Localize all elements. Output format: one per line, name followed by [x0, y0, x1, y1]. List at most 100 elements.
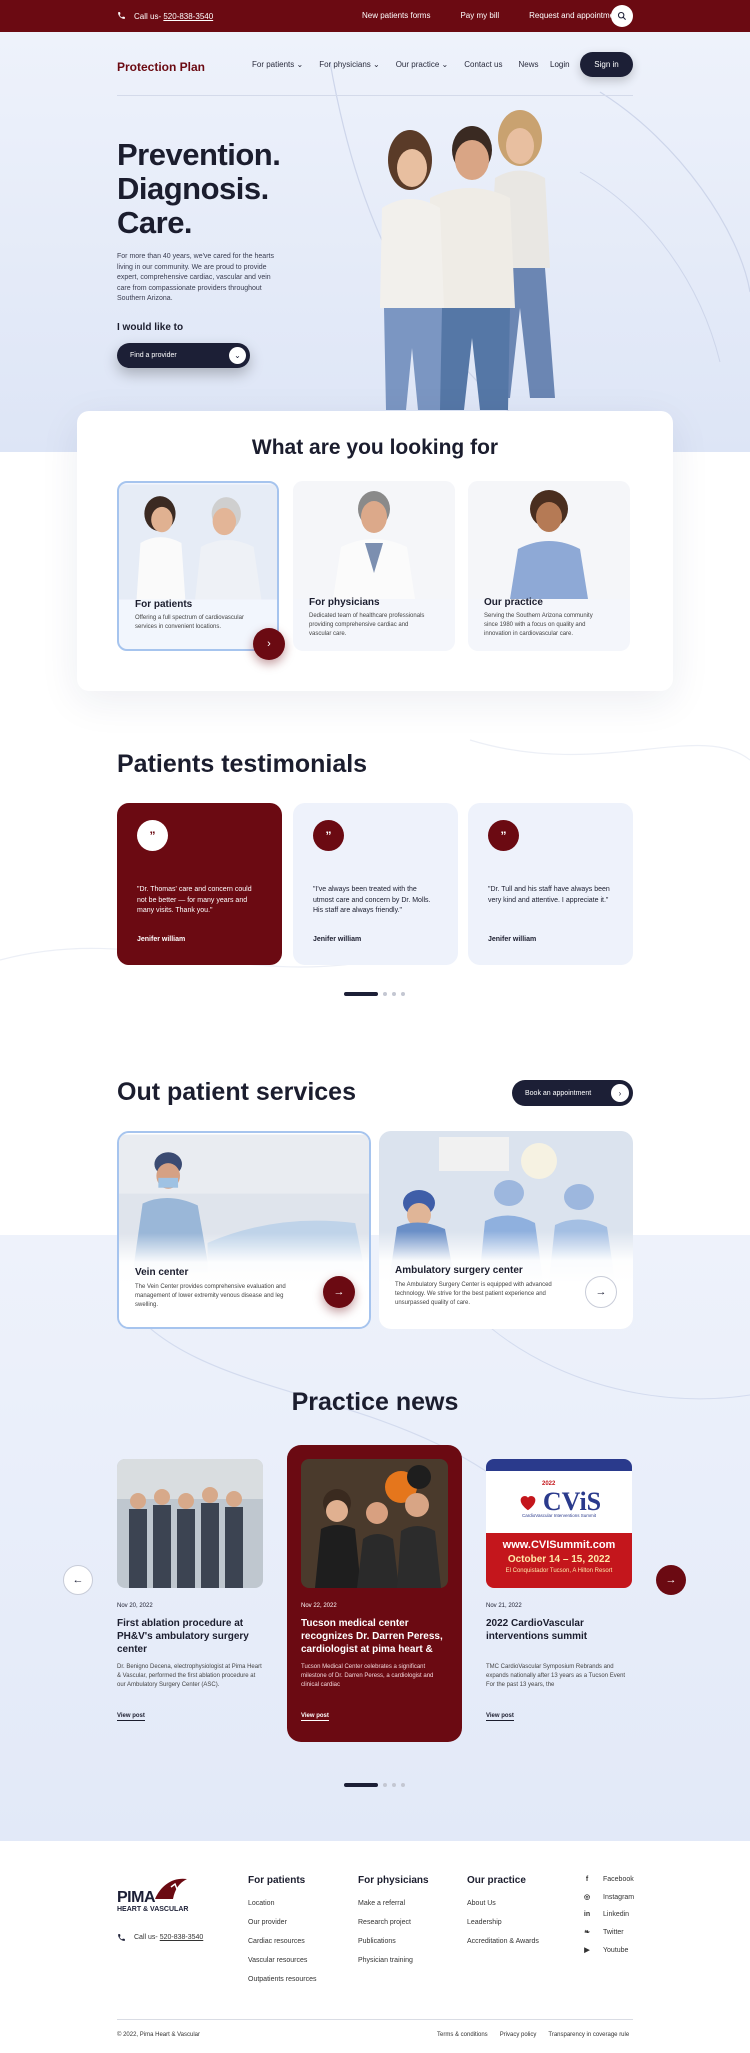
- pagination-dot[interactable]: [383, 1783, 387, 1787]
- terms-link[interactable]: Terms & conditions: [437, 2032, 488, 2038]
- arrow-right-button[interactable]: →: [323, 1276, 355, 1308]
- news-date: Nov 21, 2022: [486, 1603, 522, 1609]
- pagination-dot[interactable]: [392, 992, 396, 996]
- view-post-link[interactable]: View post: [301, 1713, 329, 1721]
- news-next-button[interactable]: →: [656, 1565, 686, 1595]
- testimonial-quote: "I've always been treated with the utmos…: [313, 886, 431, 914]
- social-instagram[interactable]: ◎ Instagram: [583, 1893, 634, 1902]
- arrow-right-icon: →: [333, 1286, 345, 1298]
- phone-number[interactable]: 520-838-3540: [163, 12, 213, 21]
- social-twitter[interactable]: ❧ Twitter: [583, 1928, 634, 1937]
- footer-link[interactable]: Vascular resources: [248, 1957, 316, 1964]
- card-title: For patients: [135, 599, 193, 610]
- services-title: Out patient services: [117, 1078, 356, 1106]
- physicians-photo: [293, 481, 455, 599]
- footer-link[interactable]: Make a referral: [358, 1900, 429, 1907]
- nav-our-practice[interactable]: Our practice ⌄: [396, 60, 449, 69]
- cvis-url: www.CVISummit.com: [502, 1539, 616, 1551]
- testimonials-pagination: [344, 992, 405, 996]
- footer-link[interactable]: Location: [248, 1900, 316, 1907]
- pagination-dot-active[interactable]: [344, 992, 378, 996]
- footer-logo[interactable]: PIMA HEART & VASCULAR: [117, 1875, 207, 1915]
- pagination-dot[interactable]: [383, 992, 387, 996]
- search-button[interactable]: [611, 5, 633, 27]
- footer-logo-main: PIMA: [117, 1889, 156, 1906]
- pagination-dot[interactable]: [392, 1783, 396, 1787]
- chevron-down-icon: ⌄: [441, 60, 449, 69]
- news-excerpt: Tucson Medical Center celebrates a signi…: [301, 1664, 434, 1688]
- service-card-vein-center[interactable]: Vein center The Vein Center provides com…: [117, 1131, 371, 1329]
- news-card[interactable]: 2022 CViS CardioVascular Interventions S…: [486, 1445, 648, 1742]
- arrow-right-icon: →: [665, 1574, 677, 1586]
- book-appointment-button[interactable]: Book an appointment ›: [512, 1080, 633, 1106]
- footer-link[interactable]: Accreditation & Awards: [467, 1938, 539, 1945]
- news-card[interactable]: Nov 20, 2022 First ablation procedure at…: [117, 1445, 279, 1742]
- testimonial-author: Jenifer william: [488, 936, 537, 943]
- heart-icon: [520, 1496, 536, 1511]
- news-headline[interactable]: 2022 CardioVascular interventions summit: [486, 1617, 632, 1643]
- privacy-link[interactable]: Privacy policy: [500, 2032, 537, 2038]
- footer-link[interactable]: About Us: [467, 1900, 539, 1907]
- topbar-phone[interactable]: Call us- 520-838-3540: [117, 11, 213, 22]
- looking-for-title: What are you looking for: [251, 436, 499, 459]
- nav-for-patients[interactable]: For patients ⌄: [252, 60, 303, 69]
- nav-contact-us[interactable]: Contact us: [464, 60, 502, 69]
- sign-in-button[interactable]: Sign in: [580, 52, 633, 77]
- news-excerpt: Dr. Benigno Decena, electrophysiologist …: [117, 1664, 262, 1688]
- news-prev-button[interactable]: ←: [63, 1565, 93, 1595]
- social-linkedin[interactable]: in Linkedin: [583, 1911, 634, 1918]
- topbar-link-new-patient-forms[interactable]: New patients forms: [362, 11, 430, 20]
- footer-link[interactable]: Cardiac resources: [248, 1938, 316, 1945]
- card-for-physicians[interactable]: For physicians Dedicated team of healthc…: [293, 481, 455, 651]
- footer-link[interactable]: Outpatients resources: [248, 1976, 316, 1983]
- pagination-dot[interactable]: [401, 1783, 405, 1787]
- chevron-right-icon: ›: [267, 638, 271, 650]
- card-for-patients[interactable]: For patients Offering a full spectrum of…: [117, 481, 279, 651]
- topbar-link-request-appointment[interactable]: Request and appointment: [529, 11, 621, 20]
- service-title: Ambulatory surgery center: [395, 1265, 523, 1276]
- transparency-link[interactable]: Transparency in coverage rule: [548, 2032, 629, 2038]
- news-headline[interactable]: Tucson medical center recognizes Dr. Dar…: [301, 1617, 448, 1656]
- news-headline[interactable]: First ablation procedure at PH&V's ambul…: [117, 1617, 263, 1656]
- testimonial-author: Jenifer william: [137, 936, 186, 943]
- footer-phone-number[interactable]: 520-838-3540: [160, 1934, 204, 1941]
- copyright: © 2022, Pima Heart & Vascular: [117, 2032, 201, 2038]
- practice-photo: [468, 481, 630, 599]
- news-excerpt: TMC CardioVascular Symposium Rebrands an…: [486, 1664, 626, 1688]
- nav-divider: [117, 95, 633, 96]
- footer-col-practice: Our practice About Us Leadership Accredi…: [467, 1875, 539, 1957]
- login-link[interactable]: Login: [550, 60, 570, 69]
- pagination-dot-active[interactable]: [344, 1783, 378, 1787]
- news-date: Nov 22, 2022: [301, 1603, 337, 1609]
- pagination-dot[interactable]: [401, 992, 405, 996]
- card-title: Our practice: [484, 597, 543, 608]
- news-title: Practice news: [291, 1388, 459, 1416]
- footer-link[interactable]: Our provider: [248, 1919, 316, 1926]
- arrow-right-button[interactable]: →: [585, 1276, 617, 1308]
- view-post-link[interactable]: View post: [117, 1713, 145, 1721]
- footer-link[interactable]: Publications: [358, 1938, 429, 1945]
- service-desc: The Vein Center provides comprehensive e…: [135, 1284, 286, 1308]
- social-youtube[interactable]: ▶ Youtube: [583, 1946, 634, 1955]
- service-card-ambulatory-surgery[interactable]: Ambulatory surgery center The Ambulatory…: [379, 1131, 633, 1329]
- testimonial-quote: "Dr. Tull and his staff have always been…: [488, 886, 610, 904]
- footer-link[interactable]: Leadership: [467, 1919, 539, 1926]
- social-facebook[interactable]: f Facebook: [583, 1876, 634, 1883]
- view-post-link[interactable]: View post: [486, 1713, 514, 1721]
- arrow-right-icon: →: [595, 1286, 607, 1298]
- news-pagination: [344, 1783, 405, 1787]
- nav-news[interactable]: News: [518, 60, 538, 69]
- topbar-link-pay-bill[interactable]: Pay my bill: [460, 11, 499, 20]
- quote-icon: ”: [313, 820, 344, 851]
- brand-logo[interactable]: Protection Plan: [117, 60, 205, 74]
- footer-col-patients: For patients Location Our provider Cardi…: [248, 1875, 316, 1995]
- footer-link[interactable]: Research project: [358, 1919, 429, 1926]
- footer-link[interactable]: Physician training: [358, 1957, 429, 1964]
- news-card-featured[interactable]: Nov 22, 2022 Tucson medical center recog…: [287, 1445, 462, 1742]
- footer-phone[interactable]: Call us- 520-838-3540: [117, 1933, 203, 1942]
- nav-for-physicians[interactable]: For physicians ⌄: [319, 60, 380, 69]
- for-patients-arrow-button[interactable]: ›: [253, 628, 285, 660]
- card-our-practice[interactable]: Our practice Serving the Southern Arizon…: [468, 481, 630, 651]
- footer-col-physicians: For physicians Make a referral Research …: [358, 1875, 429, 1976]
- provider-select[interactable]: Find a provider ⌄: [117, 343, 250, 368]
